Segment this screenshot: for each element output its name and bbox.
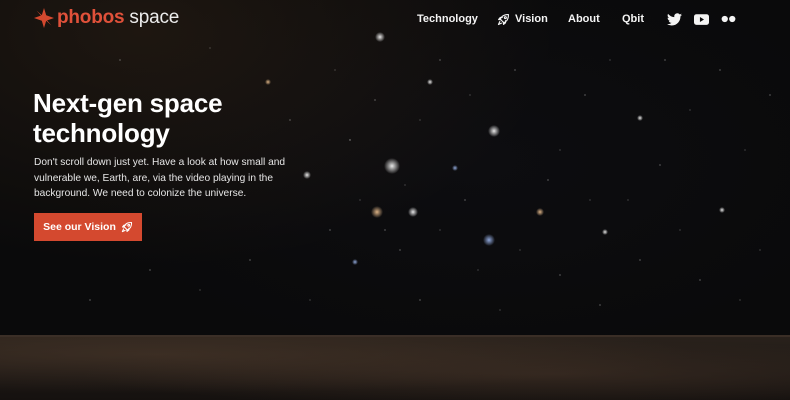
page: phobos space Technology Vision About Qbi… — [0, 0, 790, 400]
hero-description: Don't scroll down just yet. Have a look … — [34, 157, 286, 199]
nav-item-technology[interactable]: Technology — [417, 11, 478, 27]
nav-item-qbit[interactable]: Qbit — [622, 11, 644, 27]
cta-label: See our Vision — [43, 221, 116, 233]
nav-item-label: Qbit — [622, 13, 644, 25]
see-our-vision-button[interactable]: See our Vision — [34, 213, 142, 241]
rocket-icon — [121, 221, 132, 233]
twitter-link[interactable] — [667, 11, 682, 27]
twitter-icon — [667, 12, 682, 25]
flickr-icon — [721, 15, 736, 23]
rocket-icon — [497, 13, 509, 25]
nav-item-label: About — [568, 13, 600, 25]
bright-stars — [265, 32, 725, 265]
nav-item-about[interactable]: About — [568, 11, 600, 27]
nav-item-label: Technology — [417, 13, 478, 25]
navbar: phobos space Technology Vision About Qbi… — [0, 0, 790, 38]
nav-item-label: Vision — [515, 13, 548, 25]
youtube-icon — [694, 13, 709, 25]
youtube-link[interactable] — [694, 11, 709, 27]
planet-surface — [0, 335, 790, 400]
flickr-link[interactable] — [721, 11, 736, 27]
nav-item-vision[interactable]: Vision — [497, 11, 548, 27]
hero-title: Next-gen space technology — [33, 88, 223, 148]
